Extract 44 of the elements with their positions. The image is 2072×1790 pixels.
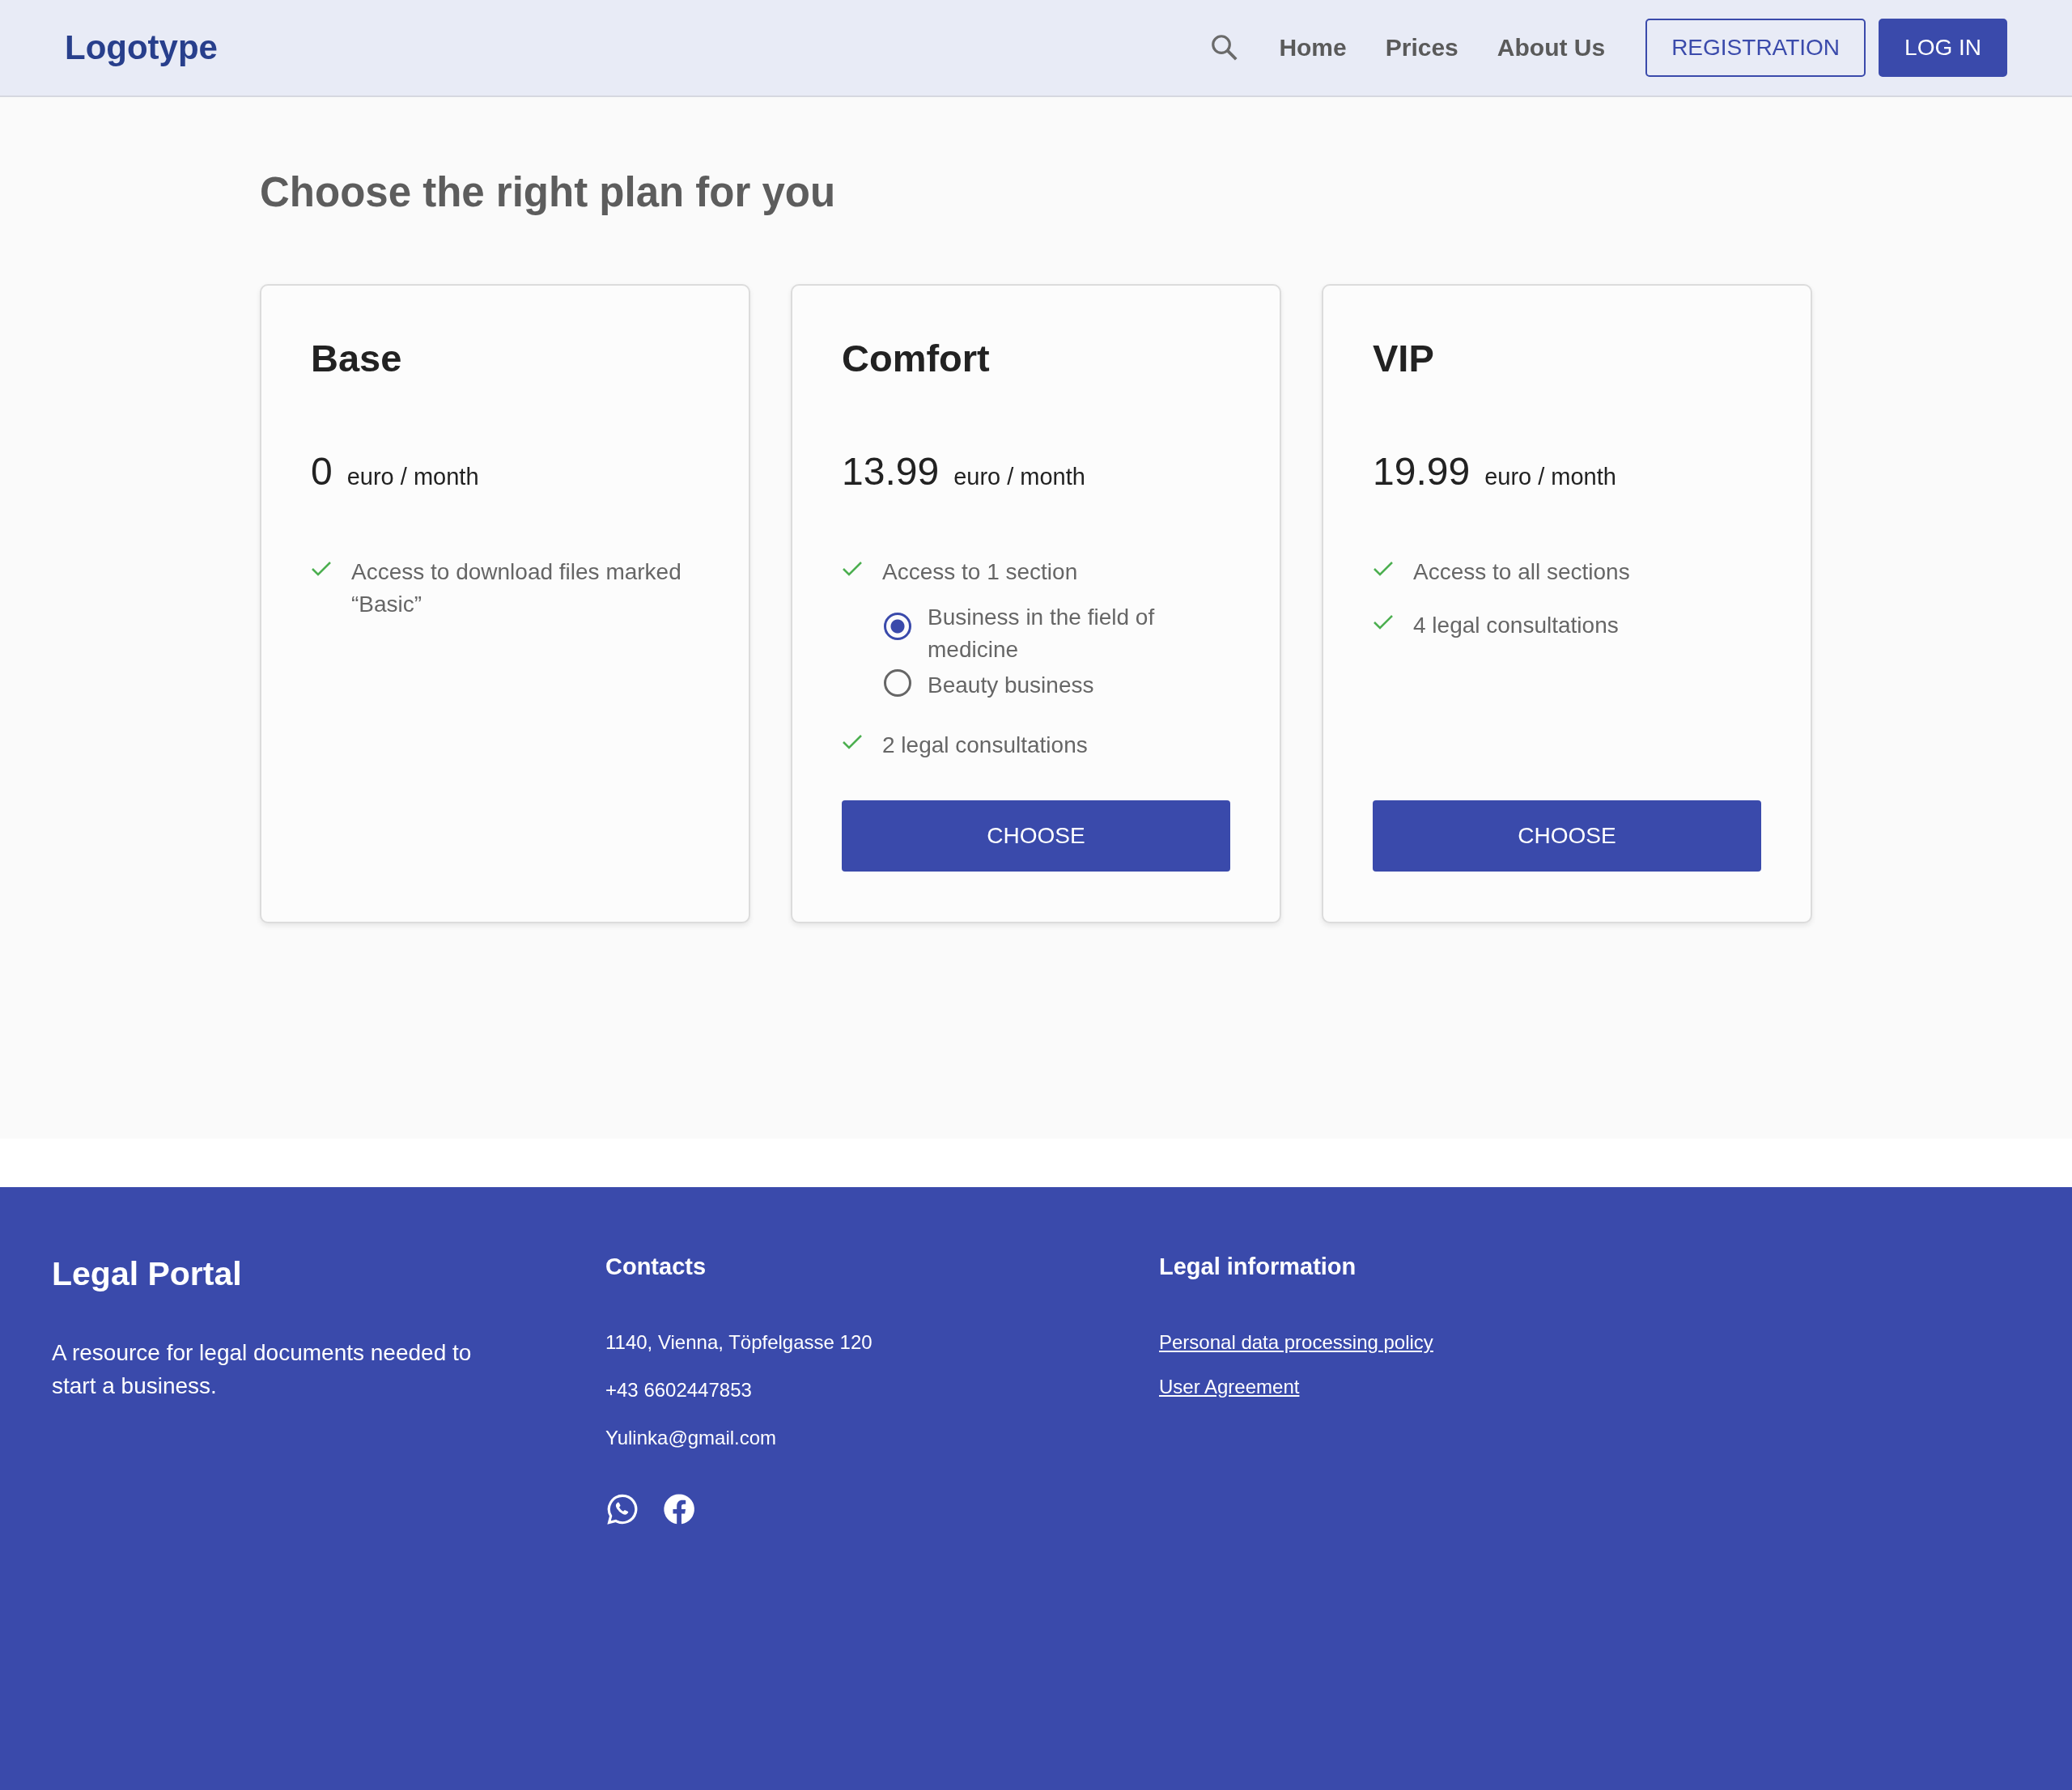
plan-title: VIP: [1373, 336, 1435, 381]
check-icon: [1373, 561, 1394, 577]
check-icon: [842, 734, 863, 750]
price-unit: euro / month: [346, 464, 479, 490]
check-icon: [842, 561, 863, 577]
radio-button[interactable]: [884, 669, 911, 697]
option-label: Business in the field of medicine: [928, 604, 1156, 664]
radio-option[interactable]: Business in the field of medicine: [884, 601, 1175, 666]
registration-button[interactable]: REGISTRATION: [1645, 19, 1866, 77]
feature-text: Access to 1 section: [882, 558, 1078, 586]
check-icon: [1373, 614, 1394, 630]
check-icon: [311, 561, 332, 577]
plan-title: Base: [311, 336, 403, 381]
plan-price: 19.99: [1373, 449, 1471, 494]
footer-heading: Legal information: [1159, 1253, 1357, 1281]
plan-title: Comfort: [842, 336, 991, 381]
plan-price: 13.99: [842, 449, 940, 494]
choose-button[interactable]: CHOOSE: [1373, 800, 1761, 872]
feature-text: 2 legal consultations: [882, 732, 1088, 759]
contact-text: Yulinka@gmail.com: [605, 1427, 778, 1450]
logo[interactable]: Logotype: [65, 28, 1210, 67]
nav-link[interactable]: About Us: [1497, 34, 1606, 62]
nav-link[interactable]: Prices: [1385, 34, 1458, 62]
login-button[interactable]: LOG IN: [1879, 19, 2007, 77]
radio-button[interactable]: [884, 613, 911, 640]
footer-link[interactable]: User Agreement: [1159, 1376, 1300, 1420]
plan-price: 0: [311, 449, 333, 494]
chat-bubble-phone-icon[interactable]: [605, 1492, 639, 1526]
footer-brand: Legal Portal: [52, 1255, 243, 1294]
footer-link[interactable]: Personal data processing policy: [1159, 1331, 1433, 1376]
choose-button[interactable]: CHOOSE: [842, 800, 1230, 872]
page-heading: Choose the right plan for you: [260, 168, 837, 217]
feature-text: Access to download files marked “Basic”: [351, 558, 682, 618]
price-unit: euro / month: [953, 464, 1085, 490]
feature-text: Access to all sections: [1413, 558, 1630, 586]
option-label: Beauty business: [928, 672, 1094, 699]
radio-option[interactable]: Beauty business: [884, 669, 1175, 702]
contact-text: 1140, Vienna, Töpfelgasse 120: [605, 1331, 873, 1355]
price-unit: euro / month: [1484, 464, 1616, 490]
footer-description: A resource for legal documents needed to start a business.: [52, 1339, 473, 1400]
feature-text: 4 legal consultations: [1413, 612, 1619, 639]
footer-heading: Contacts: [605, 1253, 707, 1281]
contact-text: +43 6602447853: [605, 1379, 753, 1402]
nav-link[interactable]: Home: [1279, 34, 1347, 62]
